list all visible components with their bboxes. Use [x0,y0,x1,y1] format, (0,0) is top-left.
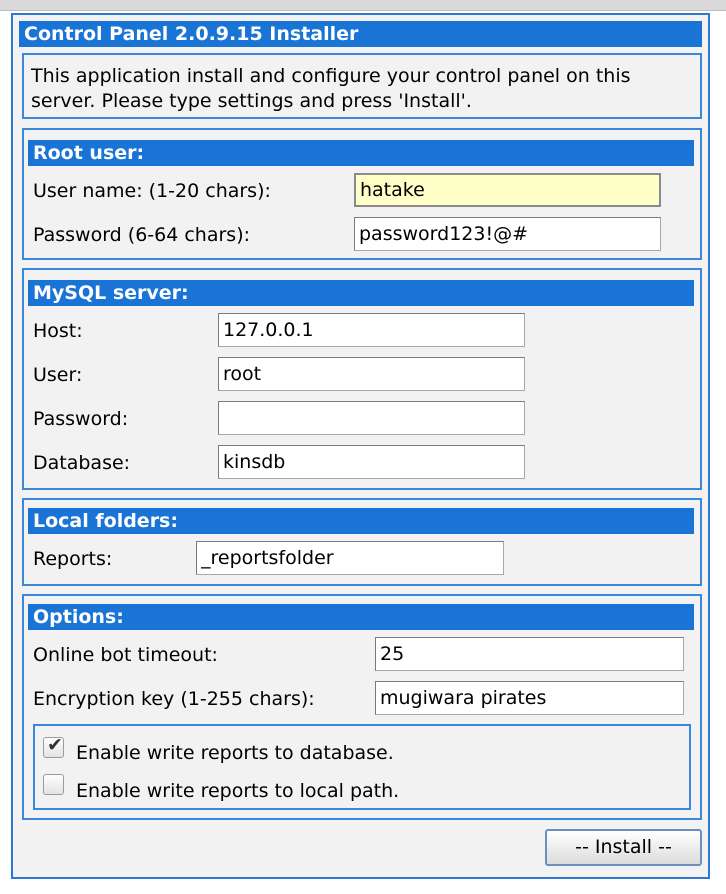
username-field[interactable] [354,173,661,207]
write-db-checkbox[interactable]: ✔ [43,734,64,758]
mysql-user-field[interactable] [218,357,525,391]
encryption-key-label: Encryption key (1-255 chars): [33,688,315,710]
reports-label: Reports: [33,548,113,570]
description-text: This application install and configure y… [31,65,631,112]
mysql-heading: MySQL server: [28,280,694,306]
root-password-label: Password (6-64 chars): [33,224,251,246]
write-db-label[interactable]: Enable write reports to database. [76,741,394,765]
mysql-password-field[interactable] [218,401,525,435]
host-label: Host: [33,320,83,342]
root-user-heading: Root user: [28,140,694,166]
host-field[interactable] [218,313,525,347]
write-local-checkbox[interactable] [43,774,64,795]
local-folders-heading: Local folders: [28,508,694,534]
write-local-label[interactable]: Enable write reports to local path. [76,779,399,803]
database-label: Database: [33,452,131,474]
username-label: User name: (1-20 chars): [33,180,271,202]
database-field[interactable] [218,445,525,479]
options-heading: Options: [28,604,694,630]
reports-folder-field[interactable] [196,541,504,575]
encryption-key-field[interactable] [375,681,684,715]
checkmark-icon: ✔ [47,734,63,756]
install-button[interactable]: -- Install -- [545,829,702,866]
window-top-strip [0,0,726,11]
mysql-user-label: User: [33,364,83,386]
mysql-password-label: Password: [33,408,129,430]
bot-timeout-field[interactable] [375,637,684,671]
installer-title: Control Panel 2.0.9.15 Installer [19,21,702,47]
root-password-field[interactable] [354,217,661,251]
bot-timeout-label: Online bot timeout: [33,644,218,666]
